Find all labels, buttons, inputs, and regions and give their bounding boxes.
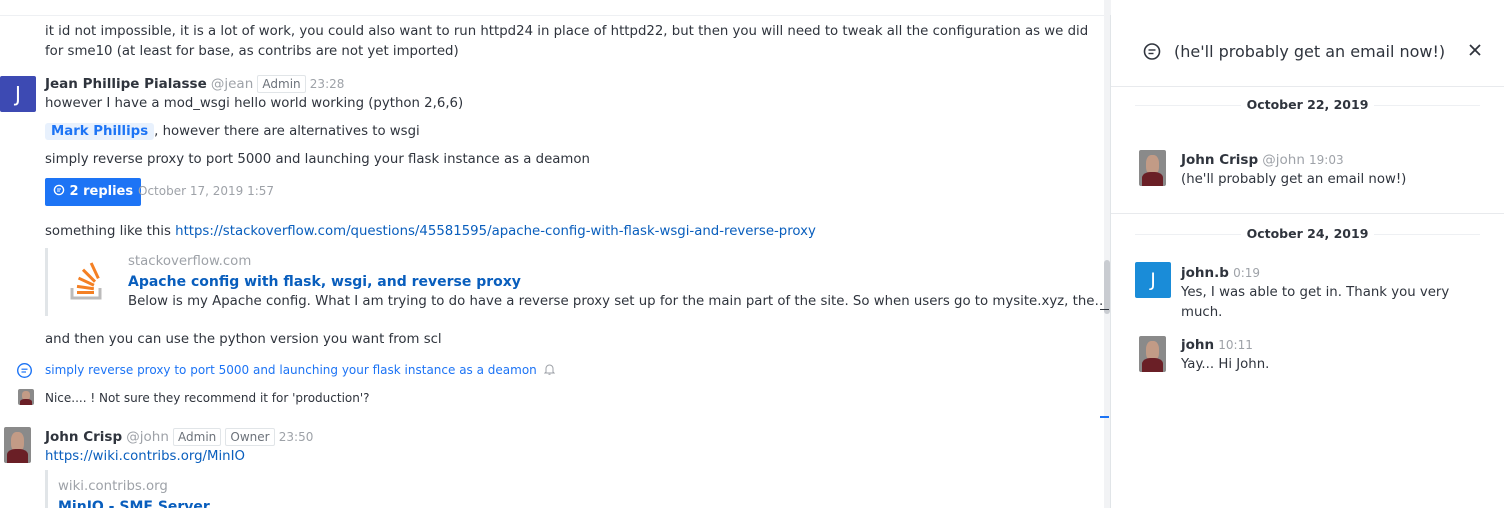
thread-reference[interactable]: simply reverse proxy to port 5000 and la… [45, 361, 555, 379]
user-mention[interactable]: Mark Phillips [45, 123, 155, 140]
message-text: (he'll probably get an email now!) [1181, 172, 1407, 187]
message-text: Yay... Hi John. [1181, 357, 1270, 372]
user-handle: @jean [210, 76, 254, 92]
thread-title: (he'll probably get an email now!) [1174, 42, 1446, 61]
username[interactable]: Jean Phillipe Pialasse [45, 76, 207, 92]
message-text: for sme10 (at least for base, as contrib… [45, 44, 459, 59]
preview-bar [45, 248, 48, 316]
thread-icon [1142, 42, 1162, 62]
message-link[interactable]: https://stackoverflow.com/questions/4558… [175, 224, 816, 239]
date-label: October 24, 2019 [1111, 226, 1504, 241]
role-badge: Admin [173, 428, 222, 446]
scroll-marker [1100, 416, 1109, 418]
username[interactable]: John Crisp [45, 429, 122, 445]
username[interactable]: john [1181, 337, 1214, 353]
message-time: 23:50 [278, 430, 314, 444]
username[interactable]: John Crisp [1181, 152, 1258, 168]
message-text: much. [1181, 305, 1223, 320]
message-header: john 10:11 [1181, 336, 1253, 355]
preview-title[interactable]: Apache config with flask, wsgi, and reve… [128, 272, 521, 292]
scroll-marker [1100, 309, 1109, 310]
message-text: and then you can use the python version … [45, 332, 442, 347]
message-header: John Crisp @john 19:03 [1181, 151, 1344, 170]
message-text: simply reverse proxy to port 5000 and la… [45, 152, 590, 167]
thread-icon [53, 184, 65, 196]
user-handle: @john [1262, 152, 1305, 168]
header-divider [1111, 86, 1504, 87]
message-time: 10:11 [1218, 338, 1253, 352]
message-time: 19:03 [1309, 153, 1344, 167]
thread-icon [16, 362, 33, 379]
message-text: Yes, I was able to get in. Thank you ver… [1181, 285, 1450, 300]
preview-site: wiki.contribs.org [58, 479, 168, 494]
replies-button[interactable]: 2 replies [45, 178, 142, 206]
stackoverflow-logo [66, 262, 106, 302]
avatar[interactable] [4, 427, 31, 463]
preview-title[interactable]: MinIO - SME Server [58, 497, 210, 508]
message-header: Jean Phillipe Pialasse @jean Admin 23:28 [45, 75, 344, 94]
group-divider [1111, 213, 1504, 214]
avatar[interactable] [18, 389, 34, 405]
avatar[interactable] [1139, 150, 1166, 186]
message-link[interactable]: https://wiki.contribs.org/MinIO [45, 447, 245, 467]
role-badge: Admin [257, 75, 306, 93]
bell-icon[interactable] [543, 363, 555, 375]
username[interactable]: john.b [1181, 265, 1229, 281]
message-text: something like this https://stackoverflo… [45, 224, 816, 239]
replies-time: October 17, 2019 1:57 [138, 184, 275, 198]
user-handle: @john [126, 429, 169, 445]
thread-reply-preview[interactable]: Nice.... ! Not sure they recommend it fo… [45, 389, 370, 407]
preview-bar [45, 470, 48, 508]
thread-panel: (he'll probably get an email now!) Octob… [1111, 15, 1504, 508]
avatar[interactable]: J [1135, 262, 1171, 298]
message-time: 23:28 [309, 77, 345, 91]
message-text: it id not impossible, it is a lot of wor… [45, 24, 1089, 39]
message-header: John Crisp @john Admin Owner 23:50 [45, 428, 313, 447]
message-header: john.b 0:19 [1181, 264, 1260, 283]
message-text: Mark Phillips, however there are alterna… [45, 122, 420, 142]
message-text: however I have a mod_wsgi hello world wo… [45, 96, 464, 111]
date-label: October 22, 2019 [1111, 97, 1504, 112]
avatar[interactable]: J [0, 76, 36, 112]
close-icon[interactable] [1466, 41, 1484, 59]
message-time: 0:19 [1233, 266, 1261, 280]
preview-description: Below is my Apache config. What I am try… [128, 294, 1104, 309]
role-badge: Owner [225, 428, 275, 446]
preview-site: stackoverflow.com [128, 254, 252, 269]
message-list[interactable]: it id not impossible, it is a lot of wor… [0, 0, 1104, 508]
replies-label: 2 replies [69, 184, 134, 199]
avatar[interactable] [1139, 336, 1166, 372]
